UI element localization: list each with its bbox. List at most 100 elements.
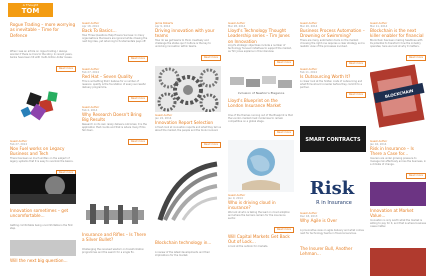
read-more-button[interactable]: Read more bbox=[200, 142, 221, 148]
risk-subtitle: R in Insurance bbox=[316, 200, 352, 206]
dark-abstract-illustration bbox=[10, 176, 76, 204]
article-image-puzzle[interactable]: Inclusion of Newton's Elegance bbox=[228, 74, 294, 96]
article-image-machinery[interactable] bbox=[82, 200, 148, 228]
article-image-architecture[interactable] bbox=[155, 160, 221, 222]
article-card[interactable]: Guest Author Apr 18, 2014 Back To Basics…… bbox=[82, 22, 148, 62]
read-more-button[interactable]: Read more bbox=[405, 55, 426, 61]
article-title[interactable]: Lloyd's Technology Thought Leadership se… bbox=[228, 28, 294, 44]
article-image-smart-contracts[interactable]: SMART CONTRACTS bbox=[300, 122, 366, 156]
article-snippet: Getting comfortable being uncomfortable … bbox=[10, 224, 73, 231]
article-image-cubes[interactable] bbox=[10, 84, 76, 122]
smart-contracts-caption: SMART CONTRACTS bbox=[305, 137, 361, 143]
article-title[interactable]: Will Capital Markets Get Back Out of Loc… bbox=[228, 234, 294, 245]
article-card[interactable]: Innovation at Market Value... Innovation… bbox=[370, 208, 426, 235]
article-card[interactable]: Guest Author Feb 4, 2014 Why Research Doe… bbox=[82, 106, 148, 145]
article-title[interactable]: Insurance and Rifles – Is There a Silver… bbox=[82, 232, 148, 248]
smart-contracts-illustration: SMART CONTRACTS bbox=[300, 126, 366, 152]
cubes-illustration bbox=[20, 91, 58, 121]
article-snippet: This is something that I believe for a n… bbox=[82, 80, 146, 90]
article-snippet: A review of the latest developments and … bbox=[155, 251, 210, 258]
article-image-gears[interactable] bbox=[155, 66, 221, 112]
article-card[interactable]: Will Capital Markets Get Back Out of Loc… bbox=[228, 234, 294, 253]
article-card[interactable]: Guest Author Mar 11, 2014 Blockchain is t… bbox=[370, 22, 426, 61]
read-more-button[interactable]: Read more bbox=[200, 55, 221, 61]
article-snippet: A fresh look at innovation reports and w… bbox=[155, 126, 221, 133]
article-title[interactable]: The Insurer Bull, Another Lehman... bbox=[300, 246, 366, 257]
article-card[interactable]: Guest Author Dec 18, 2013 Why Agile is Ov… bbox=[300, 212, 366, 241]
article-title[interactable]: Innovation at Market Value... bbox=[370, 208, 426, 219]
article-card[interactable]: Blockchain technology in... A review of … bbox=[155, 240, 221, 259]
globe-in-hand-illustration bbox=[242, 148, 280, 190]
article-title[interactable]: Why Research Doesn't Bring Big Results bbox=[82, 112, 148, 123]
article-title[interactable]: Innovation sometimes – get uncomfortable… bbox=[10, 208, 76, 224]
article-snippet: There has been so much written on the su… bbox=[10, 157, 74, 164]
article-snippet: When I see an article on rogue trading, … bbox=[10, 50, 73, 60]
article-title[interactable]: Risk in Insurance – Is There a Case for.… bbox=[370, 146, 426, 157]
article-card[interactable]: Guest Author Mar 28, 2014 Lloyd's Technol… bbox=[228, 22, 294, 66]
puzzle-caption: Inclusion of Newton's Elegance bbox=[238, 91, 285, 95]
article-title[interactable]: Rogue Trading – more worrying as inevita… bbox=[10, 22, 76, 50]
article-card[interactable]: Guest Author Feb 27, 2014 Red Hat – Seven… bbox=[82, 68, 148, 102]
article-card[interactable]: Guest Author Jan 24, 2014 Innovation Repo… bbox=[155, 114, 221, 148]
machinery-illustration bbox=[86, 204, 144, 224]
article-snippet: How do we get teams to think creatively … bbox=[155, 39, 211, 49]
article-card[interactable]: Guest Author Feb 27, 2014 Nov Fuel works … bbox=[10, 140, 76, 176]
read-more-button[interactable]: Read more bbox=[127, 56, 148, 62]
article-image-red[interactable] bbox=[370, 248, 426, 276]
read-more-button[interactable]: Read more bbox=[345, 61, 366, 67]
read-more-button[interactable]: Read more bbox=[55, 66, 76, 72]
article-snippet: A closer look at the hidden costs of out… bbox=[300, 80, 363, 90]
article-snippet: We look at who is taking the lead on clo… bbox=[228, 211, 291, 221]
risk-logo-illustration: Risk R in Insurance bbox=[310, 178, 355, 206]
read-more-button[interactable]: Read more bbox=[405, 173, 426, 179]
logo-text: TOM bbox=[21, 7, 40, 15]
article-title[interactable]: Who is driving cloud in insurance? bbox=[228, 200, 294, 211]
read-more-button[interactable]: Read more bbox=[273, 60, 294, 66]
article-snippet: Research on its own rarely delivers outc… bbox=[82, 123, 147, 133]
article-snippet: A look at the outlook for markets. bbox=[228, 245, 269, 248]
article-snippet: Challenging the received wisdom on trans… bbox=[82, 248, 145, 255]
article-title[interactable]: Nov Fuel works on Legacy Business and Te… bbox=[10, 146, 76, 157]
read-more-button[interactable]: Read more bbox=[273, 130, 294, 136]
article-snippet: Blockchain has been making headlines wit… bbox=[370, 39, 423, 49]
article-card[interactable]: Will the next big question... bbox=[10, 258, 76, 270]
article-card[interactable]: Guest Author Jan 16, 2014 Risk in Insuran… bbox=[370, 140, 426, 179]
article-snippet: How Three Questions Help Ensure Success:… bbox=[82, 34, 148, 44]
article-image-blockchain[interactable]: BLOCKCHAIN bbox=[370, 64, 426, 134]
article-image-gray[interactable] bbox=[10, 240, 76, 256]
blockchain-illustration: BLOCKCHAIN bbox=[370, 64, 425, 128]
article-card[interactable]: Jamie Roberts Apr 9, 2014 Driving innovat… bbox=[155, 22, 221, 61]
article-title[interactable]: Why Agile is Over bbox=[300, 218, 366, 229]
site-logo[interactable]: A Thought TOM bbox=[8, 3, 53, 17]
spiral-architecture-illustration bbox=[157, 161, 218, 221]
article-title[interactable]: Blockchain technology in... bbox=[155, 240, 221, 251]
article-card[interactable]: Guest Author Feb 11, 2014 Is Outsourcing … bbox=[300, 68, 366, 98]
article-card[interactable]: The Insurer Bull, Another Lehman... bbox=[300, 246, 366, 257]
read-more-button[interactable]: Read more bbox=[127, 96, 148, 102]
article-card[interactable]: Guest Author Mar 20, 2014 Business Proces… bbox=[300, 22, 366, 67]
puzzle-illustration: Inclusion of Newton's Elegance bbox=[230, 76, 292, 95]
article-card[interactable]: Guest Author Jan 9, 2014 Who is driving c… bbox=[228, 194, 294, 233]
article-image-purple[interactable] bbox=[370, 182, 426, 206]
article-title[interactable]: Driving innovation with your teams bbox=[155, 28, 221, 39]
article-snippet: A provocative view on agile delivery and… bbox=[300, 229, 364, 236]
article-card[interactable]: Rogue Trading – more worrying as inevita… bbox=[10, 22, 76, 72]
article-image-risk[interactable]: Risk R in Insurance bbox=[300, 172, 366, 210]
article-image-globe[interactable] bbox=[228, 140, 294, 192]
article-card[interactable]: Innovation sometimes – get uncomfortable… bbox=[10, 208, 76, 236]
article-snippet: Lloyd's strategic objectives include a n… bbox=[228, 44, 292, 54]
article-snippet: One of the themes running out of the Blu… bbox=[228, 114, 293, 124]
article-title[interactable]: Will the next big question... bbox=[10, 258, 76, 270]
article-card[interactable]: Lloyd's Blueprint on the London Insuranc… bbox=[228, 98, 294, 136]
article-image-dark[interactable] bbox=[10, 174, 76, 204]
article-snippet: Innovation is only worth what the market… bbox=[370, 219, 426, 229]
read-more-button[interactable]: Read more bbox=[127, 139, 148, 145]
article-snippet: There are many automation tools on the m… bbox=[300, 39, 365, 49]
article-title[interactable]: Blockchain is the next killer enabler fo… bbox=[370, 28, 426, 39]
read-more-button[interactable]: Read more bbox=[345, 92, 366, 98]
article-snippet: Insurers are under growing pressure to m… bbox=[370, 157, 426, 167]
article-title[interactable]: Lloyd's Blueprint on the London Insuranc… bbox=[228, 98, 294, 114]
read-more-button[interactable]: Read more bbox=[273, 227, 294, 233]
article-title[interactable]: Business Process Automation – Drowning o… bbox=[300, 28, 366, 39]
gears-illustration bbox=[157, 67, 219, 112]
